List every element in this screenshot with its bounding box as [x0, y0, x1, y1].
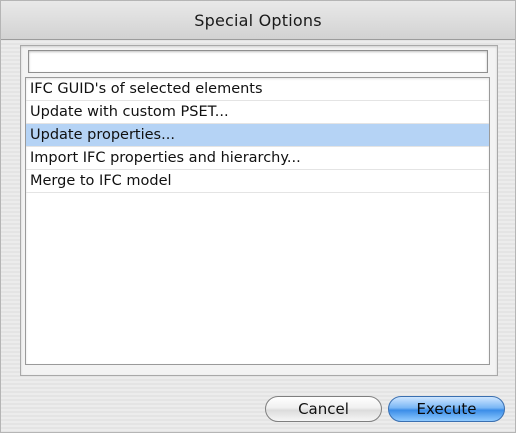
options-list[interactable]: IFC GUID's of selected elements Update w… [25, 77, 490, 365]
option-name-field[interactable] [28, 50, 488, 73]
title-bar[interactable]: Special Options [1, 1, 515, 40]
list-item-label: Import IFC properties and hierarchy... [30, 150, 301, 166]
special-options-dialog: Special Options IFC GUID's of selected e… [0, 0, 516, 433]
window-title: Special Options [194, 10, 322, 30]
execute-button[interactable]: Execute [388, 396, 505, 422]
option-update-properties[interactable]: Update properties... [26, 124, 489, 147]
list-item-label: Update with custom PSET... [30, 104, 229, 120]
option-import-ifc-properties[interactable]: Import IFC properties and hierarchy... [26, 147, 489, 170]
list-item-label: Update properties... [30, 127, 175, 143]
cancel-button[interactable]: Cancel [265, 396, 382, 422]
option-merge-to-ifc-model[interactable]: Merge to IFC model [26, 170, 489, 193]
list-item-label: Merge to IFC model [30, 173, 172, 189]
option-ifc-guids[interactable]: IFC GUID's of selected elements [26, 78, 489, 101]
list-item-label: IFC GUID's of selected elements [30, 81, 263, 97]
option-update-custom-pset[interactable]: Update with custom PSET... [26, 101, 489, 124]
